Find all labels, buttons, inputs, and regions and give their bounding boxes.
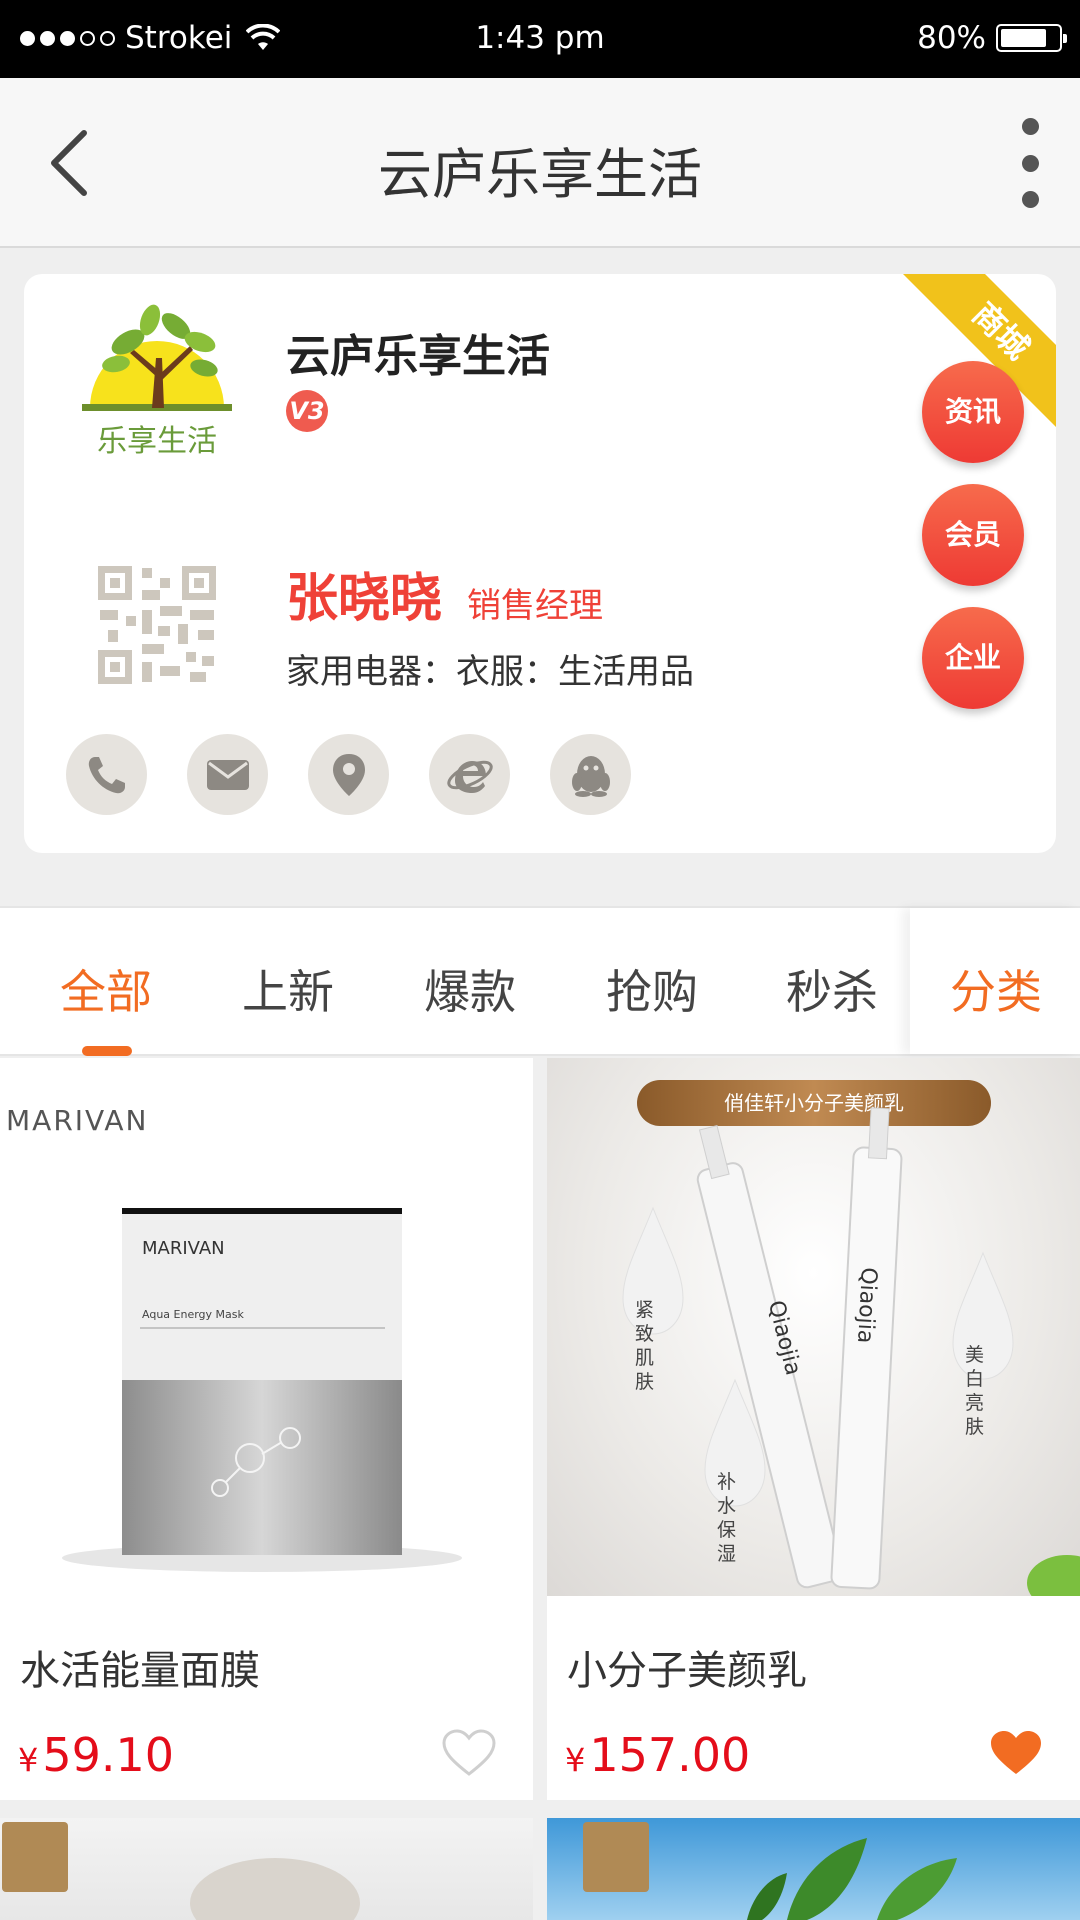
nav-bar: 云庐乐享生活 <box>0 78 1080 248</box>
page-title: 云庐乐享生活 <box>378 143 702 206</box>
qq-penguin-icon[interactable] <box>550 734 631 815</box>
tab-all[interactable]: 全部 <box>60 956 152 1022</box>
drop-label: 美白亮肤 <box>965 1344 985 1438</box>
phone-icon[interactable] <box>66 734 147 815</box>
price-value: 59.10 <box>42 1728 175 1782</box>
product-card[interactable]: 俏佳轩小分子美颜乳 紧致肌肤 补水保湿 美白亮肤 Qiaojia Qiaojia… <box>547 1058 1080 1800</box>
product-card[interactable] <box>547 1818 1080 1920</box>
company-button[interactable]: 企业 <box>922 607 1024 709</box>
brand-logo-icon <box>2 1822 68 1892</box>
logo-text: 乐享生活 <box>97 424 217 459</box>
member-button[interactable]: 会员 <box>922 484 1024 586</box>
shop-logo: 乐享生活 <box>72 298 242 468</box>
category-label: 分类 <box>950 965 1042 1019</box>
browser-icon[interactable] <box>429 734 510 815</box>
battery-percent: 80% <box>917 20 986 56</box>
qr-code-icon[interactable] <box>98 566 216 684</box>
product-image[interactable] <box>547 1818 1080 1920</box>
shop-name: 云庐乐享生活 <box>286 331 550 382</box>
product-shape <box>190 1858 360 1920</box>
contact-actions <box>66 734 631 815</box>
tube-brand-text: Qiaojia <box>852 1266 881 1344</box>
product-image[interactable] <box>0 1818 533 1920</box>
leaves-image <box>747 1838 957 1920</box>
lotion-tubes-image <box>622 1107 1080 1596</box>
product-card[interactable] <box>0 1818 533 1920</box>
product-price: ¥157.00 <box>565 1728 750 1782</box>
tab-hot[interactable]: 爆款 <box>424 956 516 1022</box>
product-image[interactable]: 俏佳轩小分子美颜乳 紧致肌肤 补水保湿 美白亮肤 Qiaojia Qiaojia <box>547 1058 1080 1596</box>
level-badge: V3 <box>286 390 328 432</box>
status-bar: Strokei 1:43 pm 80% <box>0 0 1080 78</box>
product-price: ¥59.10 <box>18 1728 174 1782</box>
mask-package-image <box>62 1208 462 1572</box>
contact-title: 销售经理 <box>467 586 603 626</box>
price-value: 157.00 <box>589 1728 751 1782</box>
tab-rush-buy[interactable]: 抢购 <box>606 956 698 1022</box>
news-button[interactable]: 资讯 <box>922 361 1024 463</box>
product-card[interactable]: MARIVAN MARIVAN Aqua Energy Mask 水活能量面膜 … <box>0 1058 533 1800</box>
product-name: 小分子美颜乳 <box>567 1648 807 1694</box>
pack-line-text: Aqua Energy Mask <box>142 1308 244 1321</box>
category-tabs: 全部 上新 爆款 抢购 秒杀 分类 <box>0 906 1080 1056</box>
drop-label: 紧致肌肤 <box>635 1299 655 1393</box>
heart-outline-icon[interactable] <box>441 1728 497 1778</box>
product-name: 水活能量面膜 <box>20 1648 260 1694</box>
pack-brand-text: MARIVAN <box>142 1238 225 1259</box>
location-icon[interactable] <box>308 734 389 815</box>
business-categories: 家用电器：衣服：生活用品 <box>286 652 694 692</box>
battery-info: 80% <box>917 20 1067 56</box>
heart-filled-icon[interactable] <box>988 1728 1044 1778</box>
mail-icon[interactable] <box>187 734 268 815</box>
drop-label: 补水保湿 <box>717 1471 737 1565</box>
battery-icon <box>996 24 1067 52</box>
shop-card: 商城 乐享生活 云庐乐享生活 V3 张晓晓 销售经理 家用电器：衣服：生活用品 … <box>24 274 1056 853</box>
tab-new[interactable]: 上新 <box>242 956 334 1022</box>
tab-category[interactable]: 分类 <box>910 908 1080 1054</box>
currency-symbol: ¥ <box>565 1741 586 1779</box>
currency-symbol: ¥ <box>18 1741 39 1779</box>
active-tab-indicator <box>82 1046 132 1056</box>
more-options-icon[interactable] <box>1010 118 1050 208</box>
tab-flash-sale[interactable]: 秒杀 <box>786 956 878 1022</box>
contact-name: 张晓晓 <box>286 569 443 629</box>
product-image[interactable]: MARIVAN MARIVAN Aqua Energy Mask <box>0 1058 533 1596</box>
